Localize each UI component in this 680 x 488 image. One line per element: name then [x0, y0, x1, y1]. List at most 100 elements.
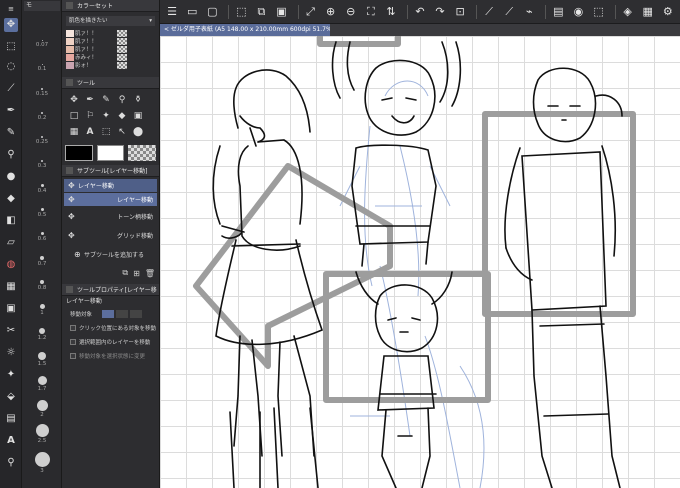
drop-icon[interactable]: ⬤ — [131, 125, 145, 139]
sub-color-chip[interactable] — [96, 145, 125, 161]
target-option-2[interactable] — [116, 310, 129, 318]
brush-size-label[interactable]: 0.8 — [38, 285, 47, 291]
pen-mode-icon[interactable]: ⟋ — [481, 3, 497, 21]
fit-icon[interactable]: ⛶ — [363, 3, 379, 21]
pencil-icon[interactable]: ✎ — [99, 93, 113, 107]
correction-tool-icon[interactable]: ⬙ — [4, 390, 18, 404]
flip-icon[interactable]: ⇅ — [383, 3, 399, 21]
frame-tool-icon[interactable]: ✂ — [4, 324, 18, 338]
fill-tool-icon[interactable]: ◆ — [4, 192, 18, 206]
move-icon[interactable]: ✥ — [67, 93, 81, 107]
undo-icon[interactable]: ↶ — [412, 3, 428, 21]
text-icon[interactable]: A — [83, 125, 97, 139]
option-row[interactable]: 移動対象を選択状態に変更 — [62, 349, 159, 363]
trash-icon[interactable]: 🗑 — [145, 269, 155, 278]
fill-icon[interactable]: ▣ — [131, 109, 145, 123]
menu-icon[interactable]: ☰ — [164, 3, 180, 21]
brush-size-label[interactable]: 2 — [40, 412, 44, 418]
brush-size-label[interactable]: 0.4 — [38, 188, 47, 194]
brush-size-label[interactable]: 1.7 — [38, 386, 47, 392]
eraser-icon[interactable]: ◆ — [115, 109, 129, 123]
select-rect-tool-icon[interactable]: ⬚ — [4, 40, 18, 54]
target-option-3[interactable] — [130, 310, 143, 318]
sub-tool-item-tone-move[interactable]: ✥ トーン柄移動 — [64, 207, 157, 225]
rectangle-icon[interactable]: □ — [67, 109, 81, 123]
frame-icon[interactable]: ⬚ — [99, 125, 113, 139]
brush-size-label[interactable]: 1 — [40, 310, 44, 316]
swatch-row[interactable]: 肌ァ！！ — [66, 45, 159, 53]
redo-icon[interactable]: ↷ — [432, 3, 448, 21]
move-tool-icon[interactable]: ✥ — [4, 18, 18, 32]
color-set-selector[interactable]: 肌色を描きたい ▾ — [66, 16, 155, 26]
brush-size-label[interactable]: 0.6 — [38, 236, 47, 242]
brush-size-label[interactable]: 0.1 — [38, 66, 47, 72]
clear-icon[interactable]: ⊡ — [452, 3, 468, 21]
swatch-row[interactable]: 影ォ！ — [66, 61, 159, 69]
zoom-in-icon[interactable]: ⊕ — [323, 3, 339, 21]
gradient-tool-icon[interactable]: ◧ — [4, 214, 18, 228]
new-icon[interactable]: ⊞ — [133, 269, 140, 278]
color-icon[interactable]: ◉ — [570, 3, 586, 21]
brush-icon[interactable]: ⚲ — [115, 93, 129, 107]
history-icon[interactable]: ▢ — [204, 3, 220, 21]
text-tool-icon[interactable]: A — [4, 434, 18, 448]
operation-tool-icon[interactable]: ✦ — [4, 368, 18, 382]
eraser-mode-icon[interactable]: ⌁ — [521, 3, 537, 21]
sparkle-icon[interactable]: ✦ — [99, 109, 113, 123]
figure-tool-icon[interactable]: ▣ — [4, 302, 18, 316]
swatch-row[interactable]: 肌ァ！！ — [66, 29, 159, 37]
sub-tool-group[interactable]: ✥ レイヤー移動 — [64, 179, 157, 192]
brush-size-label[interactable]: 0.25 — [36, 139, 48, 145]
target-option-1[interactable] — [102, 310, 115, 318]
sub-tool-item-grid-move[interactable]: ✥ グリッド移動 — [64, 226, 157, 244]
zoom-tool-icon[interactable]: ⚲ — [4, 456, 18, 470]
brush-size-label[interactable]: 0.7 — [38, 261, 47, 267]
panel-menu-icon[interactable]: ≡ — [4, 2, 18, 16]
brush-mode-icon[interactable]: ⟋ — [501, 3, 517, 21]
pen-tool-icon[interactable]: ✒ — [4, 104, 18, 118]
document-tab[interactable]: < ゼルダ用子表紙 (A5 148.00 x 210.00mm 600dpi 5… — [160, 24, 330, 36]
option-row[interactable]: 選択範囲内のレイヤーを移動 — [62, 335, 159, 349]
pencil-tool-icon[interactable]: ✎ — [4, 126, 18, 140]
brush-size-label[interactable]: 2.5 — [38, 438, 47, 444]
duplicate-icon[interactable]: ⧉ — [122, 268, 128, 278]
lasso-tool-icon[interactable]: ◌ — [4, 60, 18, 74]
swatch[interactable] — [66, 53, 74, 61]
tool-property-header[interactable]: ツールプロパティ[レイヤー移動] — [62, 284, 159, 296]
ink-drop-tool-icon[interactable]: ● — [4, 170, 18, 184]
tool-panel-header[interactable]: ツール — [62, 77, 159, 89]
grid-tool-icon[interactable]: ▦ — [4, 280, 18, 294]
transform-icon[interactable]: ⤢ — [302, 3, 318, 21]
add-sub-tool-button[interactable]: ⊕ サブツールを追加する — [64, 248, 157, 261]
sub-tool-item-layer-move[interactable]: ✥ レイヤー移動 — [64, 193, 157, 206]
option-row[interactable]: クリック位置にある対象を移動 — [62, 321, 159, 335]
flag-icon[interactable]: ⚐ — [83, 109, 97, 123]
brush-size-label[interactable]: 0.07 — [36, 42, 48, 48]
new-canvas-icon[interactable]: ⬚ — [233, 3, 249, 21]
drawing-canvas[interactable] — [160, 36, 680, 488]
color-set-header[interactable]: カラーセット — [62, 0, 159, 12]
layer-panel-icon[interactable]: ◈ — [620, 3, 636, 21]
palette-icon[interactable]: ⬚ — [591, 3, 607, 21]
transparent-color-chip[interactable] — [128, 145, 156, 161]
brush-size-label[interactable]: 0.5 — [38, 212, 47, 218]
swatch[interactable] — [66, 29, 74, 37]
brush-size-label[interactable]: 3 — [40, 468, 44, 474]
blend-tool-icon[interactable]: ◍ — [4, 258, 18, 272]
checkbox[interactable] — [70, 353, 76, 359]
brush-size-label[interactable]: 0.2 — [38, 115, 47, 121]
brush-size-label[interactable]: 1.2 — [38, 335, 47, 341]
brush-size-label[interactable]: 1.5 — [38, 361, 47, 367]
copy-icon[interactable]: ⧉ — [253, 3, 269, 21]
layer-tool-icon[interactable]: ▤ — [4, 412, 18, 426]
brush-size-label[interactable]: 0.3 — [38, 163, 47, 169]
swatch-row[interactable]: 赤みィ！ — [66, 53, 159, 61]
settings-icon[interactable]: ⚙ — [660, 3, 676, 21]
swatch[interactable] — [66, 45, 74, 53]
material-icon[interactable]: ▦ — [640, 3, 656, 21]
ink-icon[interactable]: ⚱ — [131, 93, 145, 107]
eyedropper-tool-icon[interactable]: ⟋ — [4, 82, 18, 96]
swatch[interactable] — [66, 61, 74, 69]
view-icon[interactable]: ▤ — [550, 3, 566, 21]
main-color-chip[interactable] — [65, 145, 93, 161]
